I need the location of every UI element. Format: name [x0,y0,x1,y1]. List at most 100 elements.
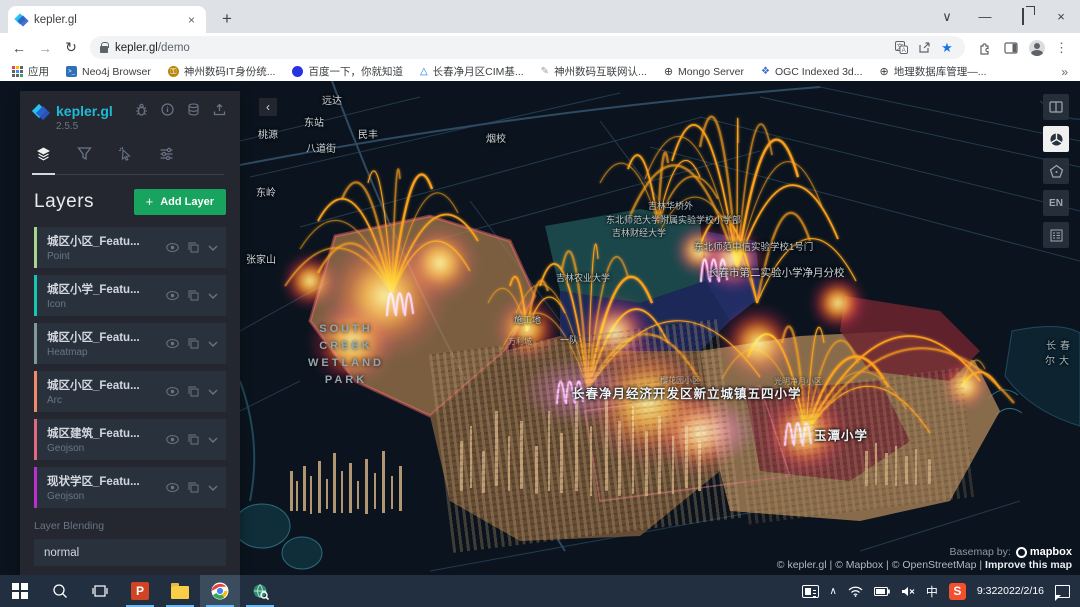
news-widget-icon[interactable] [802,585,819,598]
database-icon[interactable] [187,103,200,116]
layer-blending-select[interactable]: normal [34,539,226,566]
duplicate-icon[interactable] [188,290,199,301]
bug-icon[interactable] [135,103,148,116]
new-tab-button[interactable]: + [216,9,238,29]
restore-icon [1022,8,1024,25]
split-map-button[interactable] [1043,94,1069,120]
bookmark-apps[interactable]: 应用 [12,64,49,79]
bookmark-geodb[interactable]: ⊕ 地理数据库管理—... [880,64,987,79]
tab-search-icon[interactable]: ∨ [928,9,966,25]
bookmark-neo4j[interactable]: >_ Neo4j Browser [66,66,151,78]
tab-basemap[interactable] [159,146,174,166]
forward-button[interactable]: → [34,40,56,56]
layer-item-icon[interactable]: 城区小学_Featu... Icon [34,275,226,316]
toggle-3d-button[interactable] [1043,126,1069,152]
browser-tab[interactable]: kepler.gl × [8,6,206,33]
translate-icon[interactable]: 文A [893,40,909,56]
layer-item-arc[interactable]: 城区小区_Featu... Arc [34,371,226,412]
restore-button[interactable] [1004,9,1042,24]
visibility-eye-icon[interactable] [166,435,179,444]
tray-chevron-icon[interactable]: ∧ [830,586,837,597]
bookmark-baidu[interactable]: 百度一下，你就知道 [292,64,403,79]
taskbar-file-explorer[interactable] [160,575,200,607]
map-canvas[interactable]: 远达 东站 民丰 八道街 桃源 东岭 张家山 烟校 施工地 吉林农业大学 吉林华… [0,81,1080,575]
add-layer-button[interactable]: + Add Layer [134,189,226,215]
lock-icon[interactable] [100,46,108,53]
bookmark-ogc[interactable]: ❖ OGC Indexed 3d... [761,66,863,78]
draw-polygon-button[interactable] [1043,158,1069,184]
extensions-puzzle-icon[interactable] [977,40,993,56]
chevron-down-icon[interactable] [208,293,218,299]
layer-name: 城区小区_Featu... [47,233,166,249]
tab-layers[interactable] [36,146,51,166]
toolbar-icons: ⋮ [973,40,1072,56]
tab-interactions[interactable] [118,146,133,166]
chevron-down-icon[interactable] [208,341,218,347]
duplicate-icon[interactable] [188,386,199,397]
layer-item-point[interactable]: 城区小区_Featu... Point [34,227,226,268]
tab-filters[interactable] [77,146,92,166]
profile-avatar[interactable] [1029,40,1045,56]
visibility-eye-icon[interactable] [166,339,179,348]
map-label: 尔大 [1045,352,1073,367]
taskbar-chrome[interactable] [200,575,240,607]
reload-button[interactable]: ↻ [60,39,82,56]
mapbox-logo[interactable]: mapbox [1016,546,1072,558]
side-panel-icon[interactable] [1003,40,1019,56]
duplicate-icon[interactable] [188,242,199,253]
address-bar[interactable]: kepler.gl/demo 文A ★ [90,36,965,59]
battery-icon[interactable] [874,587,890,596]
share-icon[interactable] [916,40,932,56]
visibility-eye-icon[interactable] [166,243,179,252]
export-icon[interactable] [213,103,226,116]
split-map-icon [1049,100,1063,114]
volume-muted-icon[interactable] [901,586,915,597]
taskbar-clock[interactable]: 9:32 2022/2/16 [977,585,1044,597]
bookmark-internet-auth[interactable]: ✎ 神州数码互联网认... [541,64,647,79]
panel-tabs [36,146,224,175]
bookmark-cim[interactable]: △ 长春净月区CIM基... [420,64,524,79]
tab-close-icon[interactable]: × [185,13,198,27]
ime-indicator[interactable]: 中 [926,583,938,600]
back-button[interactable]: ← [8,40,30,56]
copyright-links[interactable]: © kepler.gl | © Mapbox | © OpenStreetMap… [777,559,982,571]
taskbar-powerpoint[interactable]: P [120,575,160,607]
wifi-icon[interactable] [848,586,863,597]
sogou-icon[interactable]: S [949,583,966,600]
visibility-eye-icon[interactable] [166,291,179,300]
start-button[interactable] [0,575,40,607]
visibility-eye-icon[interactable] [166,387,179,396]
locale-button[interactable]: EN [1043,190,1069,216]
minimize-button[interactable]: — [966,9,1004,24]
bookmark-mongo[interactable]: ⊕ Mongo Server [664,65,744,78]
duplicate-icon[interactable] [188,482,199,493]
bookmarks-overflow-icon[interactable]: » [1061,65,1068,79]
action-center-icon[interactable] [1055,585,1070,598]
improve-map-link[interactable]: Improve this map [985,559,1072,571]
visibility-eye-icon[interactable] [166,483,179,492]
legend-button[interactable] [1043,222,1069,248]
chevron-down-icon[interactable] [208,485,218,491]
layer-name: 城区小区_Featu... [47,329,166,345]
bookmark-star-icon[interactable]: ★ [939,40,955,56]
taskbar-search-button[interactable] [40,575,80,607]
layer-item-buildings-geojson[interactable]: 城区建筑_Featu... Geojson [34,419,226,460]
info-icon[interactable] [161,103,174,116]
duplicate-icon[interactable] [188,434,199,445]
map-label: 万利城 [508,336,532,347]
layer-item-heatmap[interactable]: 城区小区_Featu... Heatmap [34,323,226,364]
chevron-down-icon[interactable] [208,245,218,251]
chevron-down-icon[interactable] [208,437,218,443]
url-text[interactable]: kepler.gl/demo [115,42,886,54]
map-label: 吉林华桥外 [648,199,693,212]
panel-collapse-button[interactable]: ‹ [259,98,277,116]
bookmark-it-identity[interactable]: ⚿ 神州数码IT身份统... [168,64,276,79]
browser-menu-icon[interactable]: ⋮ [1055,40,1068,56]
duplicate-icon[interactable] [188,338,199,349]
svg-text:A: A [901,47,906,54]
chevron-down-icon[interactable] [208,389,218,395]
task-view-button[interactable] [80,575,120,607]
taskbar-arcgis[interactable] [240,575,280,607]
close-button[interactable]: × [1042,9,1080,24]
layer-item-district-geojson[interactable]: 现状学区_Featu... Geojson [34,467,226,508]
